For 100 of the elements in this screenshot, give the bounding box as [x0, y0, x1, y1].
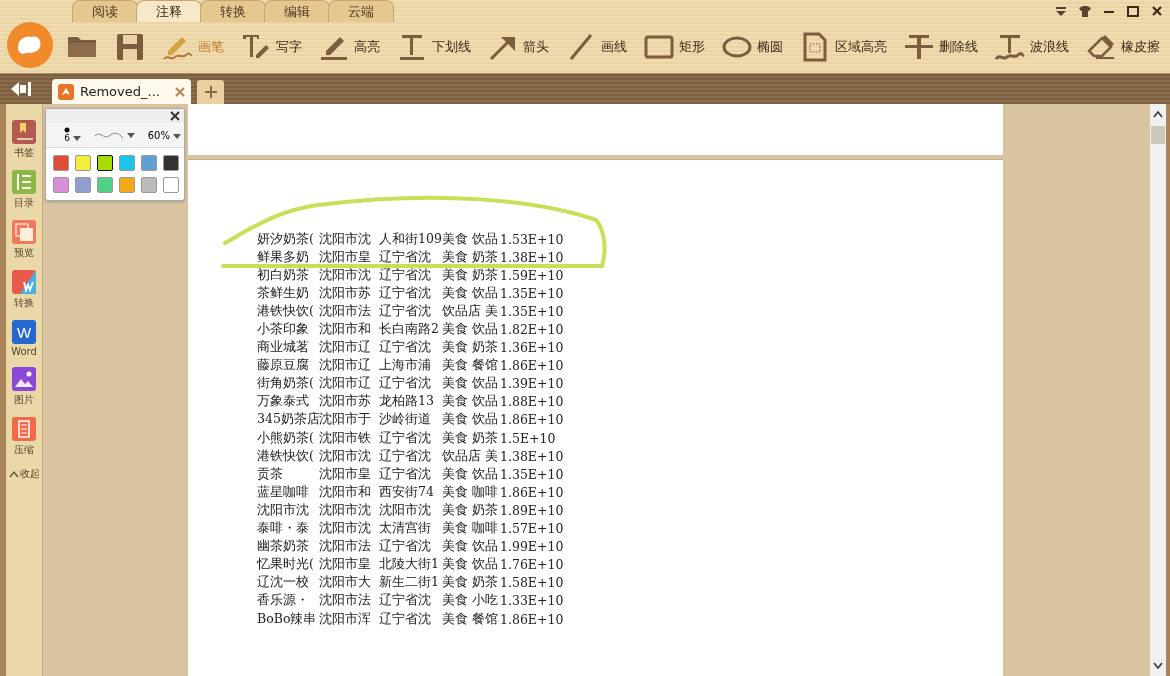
table-cell-text: 美食 饮品 [442, 411, 499, 429]
sidebar-item[interactable]: 书签 [12, 120, 36, 160]
table-cell-text: 沈阳市浑 [319, 610, 372, 628]
tool-button[interactable]: 写字 [240, 31, 302, 63]
maximize-icon[interactable] [1126, 4, 1140, 18]
table-cell-text: 美食 饮品 [442, 284, 499, 302]
save-button[interactable] [114, 31, 146, 63]
scroll-down-icon[interactable] [1153, 662, 1163, 670]
shirt-icon[interactable] [1078, 4, 1092, 18]
caret-icon [173, 133, 181, 139]
table-cell-text: 沈阳市和 [319, 483, 372, 501]
table-cell-text: 西安街74 [379, 483, 435, 501]
color-swatch[interactable] [75, 155, 91, 171]
table-cell-text: 美食 饮品 [442, 230, 499, 248]
new-tab-button[interactable] [197, 80, 224, 104]
table-cell-text: 辽宁省沈 [379, 266, 432, 284]
menu-tab[interactable]: 编辑 [264, 0, 330, 22]
close-icon[interactable] [1150, 4, 1164, 18]
opacity-dropdown[interactable]: 60% [147, 129, 181, 141]
table-cell-text: 1.53E+10 [500, 231, 565, 247]
sidebar-item[interactable]: 压缩 [12, 417, 36, 457]
table-cell-text: 辽宁省沈 [379, 284, 432, 302]
tool-button[interactable]: 波浪线 [994, 31, 1069, 63]
table-cell-text: 1.58E+10 [500, 575, 565, 591]
table-cell-text: 饮品店 美 [442, 447, 499, 465]
table-cell-text: 沈阳市沈 [319, 447, 372, 465]
table-cell-text: 1.99E+10 [500, 539, 565, 555]
table-cell-text: 美食 饮品 [442, 375, 499, 393]
table-cell-text: 美食 奶茶 [442, 429, 499, 447]
tool-button[interactable]: 箭头 [487, 31, 549, 63]
color-swatch[interactable] [53, 177, 69, 193]
close-icon[interactable] [170, 111, 180, 121]
table-cell-text: 沈阳市辽 [319, 357, 372, 375]
collapse-panel-icon[interactable] [10, 80, 32, 98]
menu-tab[interactable]: 转换 [200, 0, 266, 22]
table-cell-text: 沈阳市苏 [319, 284, 372, 302]
table-cell-text: 沈阳市沈 [319, 520, 372, 538]
table-cell-text: BoBo辣串 [257, 610, 318, 628]
table-cell-text: 辽宁省沈 [379, 447, 432, 465]
tool-button[interactable]: 矩形 [643, 31, 705, 63]
table-cell: 345奶茶店 [257, 411, 319, 429]
color-swatch[interactable] [163, 155, 179, 171]
sidebar-item[interactable]: 转换 [12, 270, 36, 310]
menu-tab[interactable]: 阅读 [72, 0, 138, 22]
table-cell-text: 美食 餐馆 [442, 357, 499, 375]
table-cell-text: 美食 奶茶 [442, 339, 499, 357]
size-dropdown[interactable]: 6 [64, 127, 81, 143]
color-swatch[interactable] [53, 155, 69, 171]
table-cell-text: 1.86E+10 [500, 611, 565, 627]
table-cell-text: 1.86E+10 [500, 412, 565, 428]
sidebar-item[interactable]: 预览 [12, 220, 36, 260]
menu-tab[interactable]: 云端 [328, 0, 394, 22]
menu-tab[interactable]: 注释 [136, 0, 202, 22]
collapse-button[interactable]: 收起 [8, 467, 40, 481]
scroll-up-icon[interactable] [1153, 110, 1163, 118]
table-cell-text: 1.88E+10 [500, 394, 565, 410]
sidebar-item[interactable]: W Word [11, 320, 37, 357]
scrollbar[interactable] [1150, 104, 1170, 676]
color-swatch[interactable] [141, 177, 157, 193]
tool-button[interactable]: 椭圆 [721, 31, 783, 63]
document-tab-title[interactable]: Removed_... [80, 84, 169, 99]
color-swatch[interactable] [97, 155, 113, 171]
table-cell-text: 辽宁省沈 [379, 592, 432, 610]
tool-button[interactable]: 删除线 [903, 31, 978, 63]
table-cell-text: 街角奶茶( [257, 375, 315, 393]
table-cell-text: 辽宁省沈 [379, 429, 432, 447]
table-cell-text: 1.86E+10 [500, 358, 565, 374]
table-cell-text: 万象泰式 [257, 393, 310, 411]
table-cell-text: 辽宁省沈 [379, 538, 432, 556]
tool-button[interactable]: 画线 [565, 31, 627, 63]
table-cell-text: 1.82E+10 [500, 322, 565, 337]
sidebar-item[interactable]: 图片 [12, 367, 36, 407]
color-swatch[interactable] [163, 177, 179, 193]
table-cell-text: 1.38E+10 [500, 448, 565, 464]
color-swatch[interactable] [119, 155, 135, 171]
table-cell-text: 沈阳市皇 [319, 465, 372, 483]
tool-button[interactable]: 下划线 [396, 31, 471, 63]
line-style-dropdown[interactable] [93, 130, 135, 140]
table-cell-text: 美食 小吃 [442, 592, 499, 610]
table-cell-text: 1.57E+10 [500, 521, 565, 537]
color-swatch[interactable] [75, 177, 91, 193]
scroll-thumb[interactable] [1151, 126, 1165, 144]
table-cell-text: 沈阳市皇 [319, 248, 372, 266]
tool-button[interactable]: 高亮 [318, 31, 380, 63]
table-cell-text: 沈阳市大 [319, 574, 372, 592]
color-swatch[interactable] [119, 177, 135, 193]
table-cell-text: 沈阳市皇 [319, 556, 372, 574]
table-cell-text: 1.76E+10 [500, 557, 565, 573]
tool-button[interactable]: 橡皮擦 [1085, 31, 1160, 63]
sidebar-item[interactable]: 目录 [12, 170, 36, 210]
table-cell-text: 1.33E+10 [500, 593, 565, 609]
dropdown-menu-icon[interactable] [1054, 4, 1068, 18]
table-cell-text: 沈阳市沈 [379, 501, 432, 519]
document-tab[interactable]: Removed_... [52, 79, 191, 104]
table-cell-text: 1.86E+10 [500, 484, 565, 500]
table-cell-text: 香乐源・ [257, 592, 310, 610]
table-cell-text: 沈阳市于 [319, 411, 372, 429]
tool-button[interactable]: 区域高亮 [799, 31, 887, 63]
color-swatch[interactable] [97, 177, 113, 193]
color-swatch[interactable] [141, 155, 157, 171]
